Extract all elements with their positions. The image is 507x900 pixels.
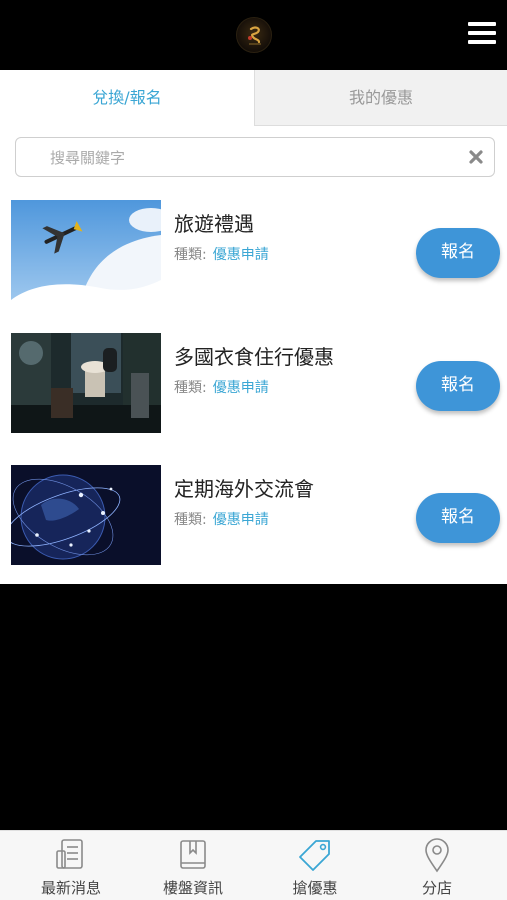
- search-box: [15, 137, 495, 177]
- cafe-coffee-image: [11, 333, 161, 433]
- top-bar: [0, 0, 507, 70]
- item-category: 種類: 優惠申請: [174, 509, 269, 529]
- nav-label: 分店: [421, 879, 452, 897]
- signup-button[interactable]: 報名: [416, 361, 500, 411]
- signup-button[interactable]: 報名: [416, 493, 500, 543]
- bottom-nav: 最新消息 樓盤資訊 搶優惠 分店: [0, 830, 507, 900]
- item-category: 種類: 優惠申請: [174, 244, 269, 264]
- nav-label: 樓盤資訊: [162, 879, 223, 897]
- tab-my-offers[interactable]: 我的優惠: [254, 70, 507, 126]
- tag-icon: [299, 840, 330, 871]
- signup-button[interactable]: 報名: [416, 228, 500, 278]
- category-value: 優惠申請: [212, 247, 269, 263]
- nav-label: 最新消息: [40, 879, 101, 897]
- list-item[interactable]: 旅遊禮遇 種類: 優惠申請 報名: [0, 186, 507, 318]
- search-input[interactable]: [50, 145, 450, 171]
- main-content: 兌換/報名 我的優惠 搜尋關鍵字 旅遊禮遇 種類: 優惠申請 報名 多國衣食住行…: [0, 70, 507, 584]
- location-pin-icon: [425, 838, 449, 873]
- nav-grab-offers[interactable]: 搶優惠: [252, 831, 378, 900]
- airplane-sky-image: [11, 200, 161, 300]
- item-title: 多國衣食住行優惠: [174, 345, 334, 369]
- clear-x-icon[interactable]: [466, 147, 486, 167]
- list-item[interactable]: 多國衣食住行優惠 種類: 優惠申請 報名: [0, 319, 507, 451]
- hamburger-menu-icon[interactable]: [468, 22, 496, 48]
- news-icon: [56, 839, 83, 869]
- brand-logo-icon[interactable]: [236, 17, 272, 53]
- item-title: 定期海外交流會: [174, 477, 314, 501]
- tab-bar: 兌換/報名 我的優惠: [0, 70, 507, 126]
- globe-network-image: [11, 465, 161, 565]
- nav-branches[interactable]: 分店: [374, 831, 500, 900]
- item-category: 種類: 優惠申請: [174, 377, 269, 397]
- item-title: 旅遊禮遇: [174, 212, 254, 236]
- category-label: 種類:: [174, 247, 207, 263]
- nav-property-info[interactable]: 樓盤資訊: [130, 831, 256, 900]
- category-label: 種類:: [174, 512, 207, 528]
- list-item[interactable]: 定期海外交流會 種類: 優惠申請 報名: [0, 451, 507, 583]
- category-label: 種類:: [174, 380, 207, 396]
- category-value: 優惠申請: [212, 380, 269, 396]
- nav-latest-news[interactable]: 最新消息: [8, 831, 134, 900]
- nav-label: 搶優惠: [292, 879, 338, 897]
- category-value: 優惠申請: [212, 512, 269, 528]
- book-icon: [180, 840, 206, 869]
- tab-redeem-signup[interactable]: 兌換/報名: [0, 70, 254, 126]
